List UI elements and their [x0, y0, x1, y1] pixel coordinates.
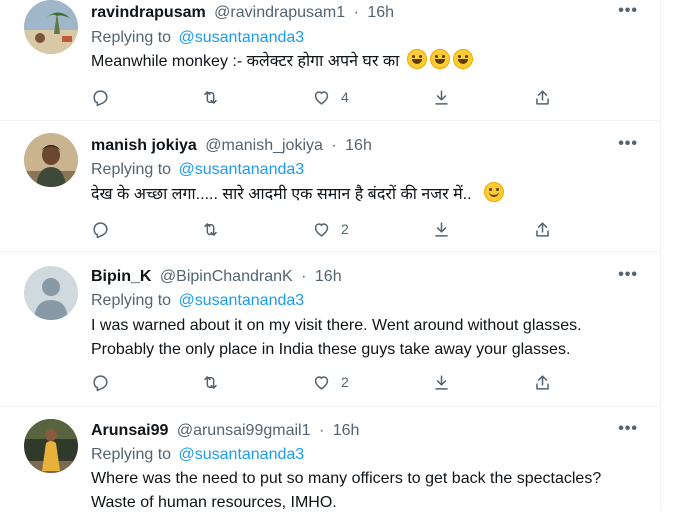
tweet-text-content: देख के अच्छा लगा..... सारे आदमी एक समान …: [91, 186, 472, 203]
share-down-button[interactable]: [432, 86, 451, 108]
more-icon[interactable]: •••: [618, 135, 638, 153]
more-icon[interactable]: •••: [618, 266, 638, 284]
replying-label: Replying to: [91, 446, 172, 463]
more-icon[interactable]: •••: [618, 420, 638, 438]
avatar[interactable]: [24, 266, 78, 320]
handle[interactable]: @BipinChandranK: [160, 268, 293, 285]
retweet-icon: [204, 90, 217, 104]
display-name[interactable]: ravindrapusam: [91, 4, 206, 21]
share-button[interactable]: [533, 371, 552, 393]
share-down-button[interactable]: [432, 218, 451, 240]
tweet-header: Bipin_K @BipinChandranK · 16h: [91, 268, 342, 286]
replying-label: Replying to: [91, 161, 172, 178]
grinning-squinting-face-icon: [429, 49, 450, 69]
replying-to: Replying to @susantananda3: [91, 446, 304, 464]
like-button[interactable]: 4: [312, 86, 349, 108]
share-down-icon: [435, 89, 448, 105]
action-bar: 2: [91, 371, 561, 393]
tweet-text: Meanwhile monkey :- कलेक्टर होगा अपने घर…: [91, 49, 651, 74]
separator: ·: [353, 4, 359, 21]
slightly-smiling-face-icon: [483, 182, 504, 202]
replying-handle-link[interactable]: @susantananda3: [179, 29, 305, 46]
replying-to: Replying to @susantananda3: [91, 161, 304, 179]
tweet-text: I was warned about it on my visit there.…: [91, 314, 651, 362]
tweet-text-line: Waste of human resources, IMHO.: [91, 494, 337, 511]
replying-handle-link[interactable]: @susantananda3: [179, 292, 305, 309]
tweet-text: Where was the need to put so many office…: [91, 467, 651, 515]
reply-icon: [93, 89, 108, 106]
more-icon[interactable]: •••: [618, 2, 638, 20]
avatar[interactable]: [24, 419, 78, 473]
avatar[interactable]: [24, 133, 78, 187]
action-bar: 4: [91, 86, 561, 108]
share-button[interactable]: [533, 86, 552, 108]
tweet-header: Arunsai99 @arunsai99gmail1 · 16h: [91, 422, 359, 440]
handle[interactable]: @ravindrapusam1: [214, 4, 345, 21]
reply-button[interactable]: [91, 218, 110, 240]
reply-icon: [93, 374, 108, 391]
retweet-button[interactable]: [201, 371, 220, 393]
like-count: 4: [341, 89, 349, 105]
timestamp[interactable]: 16h: [367, 4, 394, 21]
tweet-item[interactable]: Arunsai99 @arunsai99gmail1 · 16h ••• Rep…: [0, 407, 660, 511]
action-bar: 2: [91, 218, 561, 240]
replying-label: Replying to: [91, 292, 172, 309]
tweet-text-line: I was warned about it on my visit there.…: [91, 317, 582, 334]
tweet-item[interactable]: ravindrapusam @ravindrapusam1 · 16h ••• …: [0, 0, 660, 121]
reply-icon: [93, 221, 108, 238]
timestamp[interactable]: 16h: [315, 268, 342, 285]
tweet-text-content: Meanwhile monkey :- कलेक्टर होगा अपने घर…: [91, 53, 400, 70]
like-button[interactable]: 2: [312, 371, 349, 393]
share-down-icon: [435, 221, 448, 237]
handle[interactable]: @arunsai99gmail1: [177, 422, 311, 439]
tweet-text-line: Probably the only place in India these g…: [91, 341, 571, 358]
reply-feed: ravindrapusam @ravindrapusam1 · 16h ••• …: [0, 0, 661, 511]
like-icon: [314, 90, 329, 105]
tweet-item[interactable]: manish jokiya @manish_jokiya · 16h ••• R…: [0, 121, 660, 252]
like-icon: [314, 222, 329, 237]
share-down-button[interactable]: [432, 371, 451, 393]
like-count: 2: [341, 374, 349, 390]
retweet-icon: [204, 375, 217, 389]
like-count: 2: [341, 221, 349, 237]
timestamp[interactable]: 16h: [345, 137, 372, 154]
replying-handle-link[interactable]: @susantananda3: [179, 161, 305, 178]
like-icon: [314, 375, 329, 390]
share-up-icon: [536, 221, 549, 237]
retweet-button[interactable]: [201, 218, 220, 240]
reply-button[interactable]: [91, 371, 110, 393]
replying-label: Replying to: [91, 29, 172, 46]
display-name[interactable]: Bipin_K: [91, 268, 151, 285]
grinning-squinting-face-icon: [452, 49, 473, 69]
tweet-item[interactable]: Bipin_K @BipinChandranK · 16h ••• Replyi…: [0, 252, 660, 407]
tweet-header: ravindrapusam @ravindrapusam1 · 16h: [91, 4, 394, 22]
replying-to: Replying to @susantananda3: [91, 292, 304, 310]
share-up-icon: [536, 89, 549, 105]
tweet-text: देख के अच्छा लगा..... सारे आदमी एक समान …: [91, 182, 651, 207]
display-name[interactable]: manish jokiya: [91, 137, 197, 154]
timestamp[interactable]: 16h: [333, 422, 360, 439]
tweet-header: manish jokiya @manish_jokiya · 16h: [91, 137, 372, 155]
grinning-squinting-face-icon: [406, 49, 427, 69]
handle[interactable]: @manish_jokiya: [205, 137, 323, 154]
retweet-button[interactable]: [201, 86, 220, 108]
share-down-icon: [435, 374, 448, 390]
display-name[interactable]: Arunsai99: [91, 422, 168, 439]
separator: ·: [331, 137, 337, 154]
tweet-text-line: Where was the need to put so many office…: [91, 470, 602, 487]
separator: ·: [301, 268, 307, 285]
reply-button[interactable]: [91, 86, 110, 108]
replying-handle-link[interactable]: @susantananda3: [179, 446, 305, 463]
avatar[interactable]: [24, 0, 78, 54]
replying-to: Replying to @susantananda3: [91, 29, 304, 47]
share-up-icon: [536, 374, 549, 390]
like-button[interactable]: 2: [312, 218, 349, 240]
share-button[interactable]: [533, 218, 552, 240]
separator: ·: [318, 422, 325, 439]
retweet-icon: [204, 222, 217, 236]
